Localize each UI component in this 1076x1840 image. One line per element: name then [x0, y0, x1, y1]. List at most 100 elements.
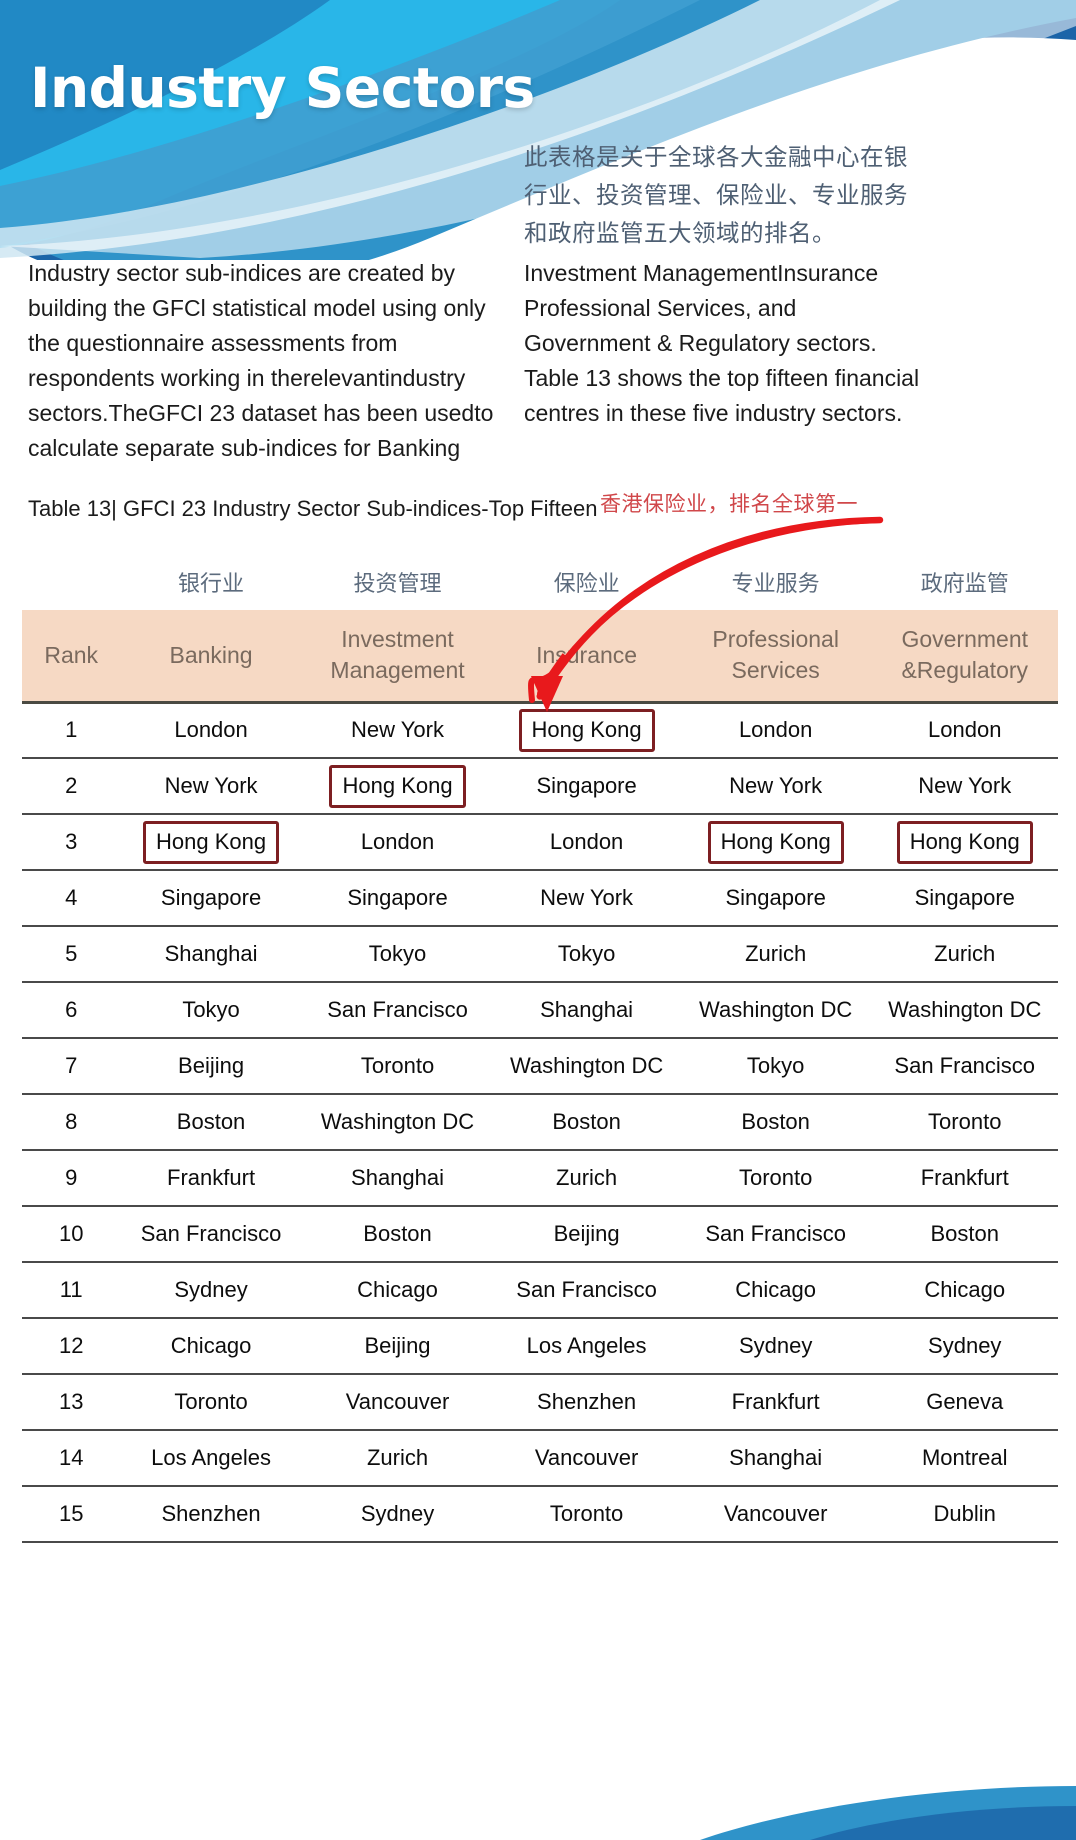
cell-professional: San Francisco: [679, 1206, 872, 1263]
cell-professional: Frankfurt: [679, 1374, 872, 1431]
footer-decoration: [0, 1760, 1076, 1840]
cell-insurance: Los Angeles: [493, 1318, 680, 1375]
cell-insurance: Vancouver: [493, 1430, 680, 1487]
table-row[interactable]: 14 Los Angeles Zurich Vancouver Shanghai Mont…: [22, 1430, 1058, 1487]
cell-professional: Hong Kong: [679, 814, 872, 871]
table-row[interactable]: 10 San Francisco Boston Beijing San Francisc…: [22, 1206, 1058, 1263]
column-header-line: Professional: [712, 626, 839, 653]
highlighted-cell-box: Hong Kong: [329, 764, 466, 808]
cell-banking: Shenzhen: [120, 1486, 302, 1543]
highlighted-cell-box: Hong Kong: [518, 708, 655, 752]
chinese-column-label-3: 保险业: [493, 552, 680, 610]
chinese-intro-text: 此表格是关于全球各大金融中心在银行业、投资管理、保险业、专业服务和政府监管五大领…: [524, 143, 908, 247]
cell-banking: Beijing: [120, 1038, 302, 1095]
cell-government: Sydney: [871, 1318, 1058, 1375]
cell-professional: Zurich: [679, 926, 872, 983]
column-header-line: Investment: [341, 626, 454, 653]
cell-investment: Singapore: [301, 870, 494, 927]
chinese-column-label-0: [22, 552, 121, 610]
column-header-line: Management: [330, 657, 465, 684]
cell-government: Chicago: [871, 1262, 1058, 1319]
cell-banking: Singapore: [120, 870, 302, 927]
table-row[interactable]: 6 Tokyo San Francisco Shanghai Washington DC…: [22, 982, 1058, 1039]
column-header-government[interactable]: Government &Regulatory: [871, 610, 1058, 702]
table-row[interactable]: 1 London New York Hong Kong London London: [22, 702, 1058, 759]
cell-investment: Hong Kong: [301, 758, 494, 815]
cell-investment: Shanghai: [301, 1150, 494, 1207]
cell-professional: New York: [679, 758, 872, 815]
cell-government: Hong Kong: [871, 814, 1058, 871]
table-row[interactable]: 9 Frankfurt Shanghai Zurich Toronto Frankfurt: [22, 1150, 1058, 1207]
cell-professional: Washington DC: [679, 982, 872, 1039]
cell-insurance: Toronto: [493, 1486, 680, 1543]
cell-professional: Boston: [679, 1094, 872, 1151]
cell-professional: Sydney: [679, 1318, 872, 1375]
cell-investment: San Francisco: [301, 982, 494, 1039]
table-row[interactable]: 5 Shanghai Tokyo Tokyo Zurich Zurich: [22, 926, 1058, 983]
cell-government: Toronto: [871, 1094, 1058, 1151]
cell-banking: Frankfurt: [120, 1150, 302, 1207]
cell-insurance: Tokyo: [493, 926, 680, 983]
cell-insurance: Singapore: [493, 758, 680, 815]
cell-professional: Singapore: [679, 870, 872, 927]
cell-government: New York: [871, 758, 1058, 815]
cell-rank: 2: [22, 758, 121, 815]
column-header-rank[interactable]: Rank: [22, 610, 121, 702]
page-title: Industry Sectors: [30, 56, 535, 120]
cell-banking: Chicago: [120, 1318, 302, 1375]
cell-banking: San Francisco: [120, 1206, 302, 1263]
column-header-banking[interactable]: Banking: [120, 610, 302, 702]
column-header-insurance[interactable]: Insurance: [493, 610, 680, 702]
cell-rank: 1: [22, 702, 121, 759]
annotation-label: 香港保险业，排名全球第一: [600, 492, 858, 516]
chinese-column-label-row: 银行业 投资管理 保险业 专业服务 政府监管: [22, 552, 1058, 610]
table-row[interactable]: 13 Toronto Vancouver Shenzhen Frankfurt Genev…: [22, 1374, 1058, 1431]
cell-banking: Toronto: [120, 1374, 302, 1431]
column-header-line: Insurance: [536, 641, 638, 668]
table-row[interactable]: 8 Boston Washington DC Boston Boston Toronto: [22, 1094, 1058, 1151]
cell-rank: 9: [22, 1150, 121, 1207]
cell-insurance: Shenzhen: [493, 1374, 680, 1431]
cell-banking: London: [120, 702, 302, 759]
column-header-line: Government: [901, 626, 1029, 653]
cell-rank: 8: [22, 1094, 121, 1151]
cell-investment: Boston: [301, 1206, 494, 1263]
cell-investment: London: [301, 814, 494, 871]
table-row[interactable]: 7 Beijing Toronto Washington DC Tokyo San Fra…: [22, 1038, 1058, 1095]
table-row[interactable]: 3 Hong Kong London London Hong Kong Hong Kong: [22, 814, 1058, 871]
cell-investment: Toronto: [301, 1038, 494, 1095]
cell-government: Dublin: [871, 1486, 1058, 1543]
cell-professional: London: [679, 702, 872, 759]
cell-banking: Shanghai: [120, 926, 302, 983]
cell-investment: Beijing: [301, 1318, 494, 1375]
highlighted-cell-box: Hong Kong: [707, 820, 844, 864]
chinese-column-label-2: 投资管理: [301, 552, 494, 610]
cell-government: London: [871, 702, 1058, 759]
highlighted-cell-box: Hong Kong: [896, 820, 1033, 864]
cell-insurance: Beijing: [493, 1206, 680, 1263]
cell-government: Singapore: [871, 870, 1058, 927]
paragraph-right: Investment ManagementInsurance Professio…: [524, 260, 920, 426]
column-header-line: Banking: [169, 641, 253, 668]
table-row[interactable]: 2 New York Hong Kong Singapore New York New Y…: [22, 758, 1058, 815]
cell-insurance: New York: [493, 870, 680, 927]
cell-rank: 5: [22, 926, 121, 983]
table-row[interactable]: 11 Sydney Chicago San Francisco Chicago Chica…: [22, 1262, 1058, 1319]
table-row[interactable]: 15 Shenzhen Sydney Toronto Vancouver Dublin: [22, 1486, 1058, 1543]
cell-government: Zurich: [871, 926, 1058, 983]
cell-investment: New York: [301, 702, 494, 759]
cell-rank: 4: [22, 870, 121, 927]
gfci-table-container: 银行业 投资管理 保险业 专业服务 政府监管 Rank Banking Investment M…: [22, 552, 1058, 1543]
column-header-professional[interactable]: Professional Services: [679, 610, 872, 702]
cell-banking: Los Angeles: [120, 1430, 302, 1487]
cell-banking: Tokyo: [120, 982, 302, 1039]
cell-rank: 12: [22, 1318, 121, 1375]
cell-investment: Zurich: [301, 1430, 494, 1487]
cell-government: Geneva: [871, 1374, 1058, 1431]
table-row[interactable]: 12 Chicago Beijing Los Angeles Sydney Sydney: [22, 1318, 1058, 1375]
column-header-line: Services: [731, 657, 820, 684]
cell-insurance: Boston: [493, 1094, 680, 1151]
column-header-investment[interactable]: Investment Management: [301, 610, 494, 702]
cell-professional: Tokyo: [679, 1038, 872, 1095]
table-row[interactable]: 4 Singapore Singapore New York Singapore Sing…: [22, 870, 1058, 927]
